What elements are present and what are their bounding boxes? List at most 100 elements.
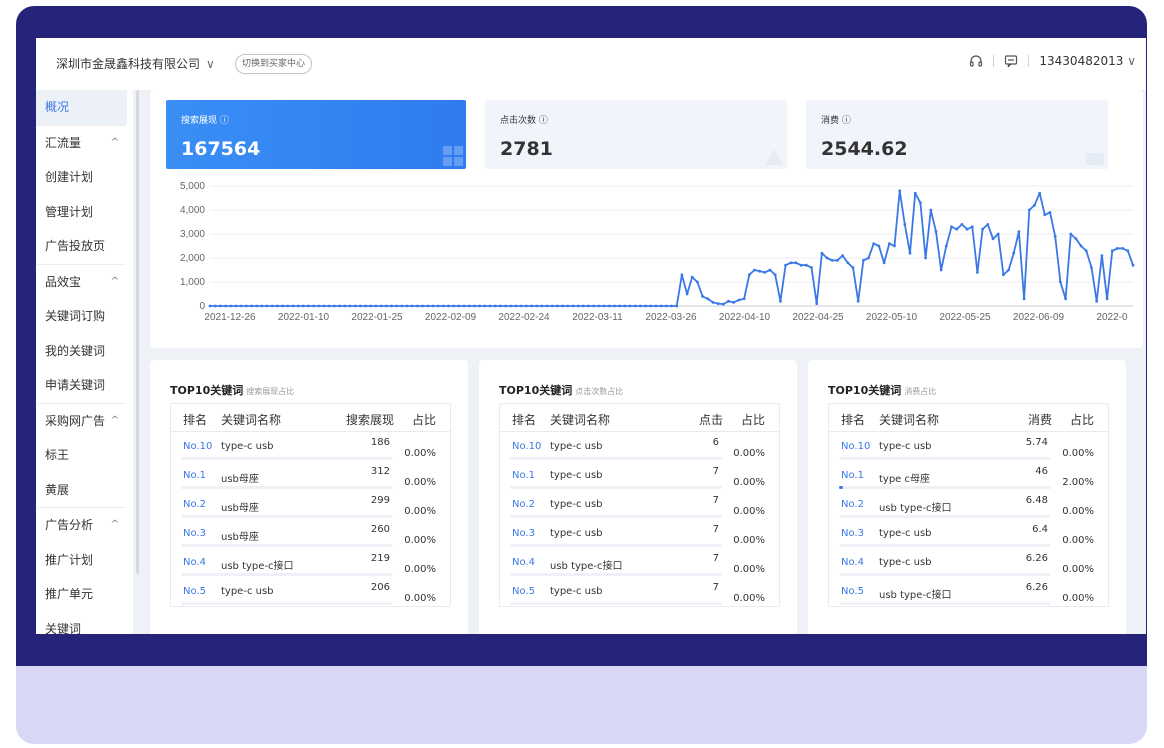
message-icon[interactable] [1004,54,1018,68]
data-point[interactable] [882,261,886,265]
data-point[interactable] [224,304,227,308]
data-point[interactable] [779,299,782,303]
data-point[interactable] [737,298,741,302]
column-header[interactable]: 占比 [1070,411,1094,428]
data-point[interactable] [1027,208,1031,212]
data-point[interactable] [996,232,1000,236]
table-row[interactable]: No.3 usb母座 260 0.00% [171,519,450,548]
table-row[interactable]: No.2 usb母座 299 0.00% [171,490,450,519]
data-point[interactable] [898,189,902,193]
table-row[interactable]: No.10 type-c usb 5.74 0.00% [829,432,1108,461]
data-point[interactable] [804,263,808,267]
data-point[interactable] [768,268,772,272]
stat-card-spend[interactable]: 消费 ⓘ 2544.62 [806,100,1108,169]
data-point[interactable] [1059,280,1062,284]
table-row[interactable]: No.1 type c母座 46 2.00% [829,461,1108,490]
data-point[interactable] [1043,213,1047,217]
data-point[interactable] [670,304,673,308]
data-point[interactable] [960,223,964,226]
table-row[interactable]: No.4 usb type-c接口 219 0.00% [171,548,450,577]
data-point[interactable] [353,304,357,308]
data-point[interactable] [374,304,378,308]
data-point[interactable] [1084,249,1088,253]
data-point[interactable] [1116,247,1119,250]
data-point[interactable] [1105,297,1109,301]
data-point[interactable] [426,304,430,308]
data-point[interactable] [255,304,259,308]
data-point[interactable] [556,304,559,308]
data-point[interactable] [1022,297,1026,301]
data-point[interactable] [753,268,756,272]
data-point[interactable] [270,304,274,308]
data-point[interactable] [219,304,222,308]
data-point[interactable] [317,304,321,308]
data-point[interactable] [467,304,471,308]
table-row[interactable]: No.10 type-c usb 186 0.00% [171,432,450,461]
column-header[interactable]: 消费 [1028,411,1052,428]
data-point[interactable] [1074,237,1078,241]
data-point[interactable] [296,304,300,308]
data-point[interactable] [483,304,487,308]
table-row[interactable]: No.5 type-c usb 206 0.00% [171,577,450,606]
sidebar-item[interactable]: 申请关键词 [36,368,133,403]
data-point[interactable] [830,259,834,262]
data-point[interactable] [535,304,539,308]
data-point[interactable] [566,304,570,308]
data-point[interactable] [618,304,621,308]
data-point[interactable] [1053,235,1057,238]
data-point[interactable] [602,304,606,308]
table-row[interactable]: No.1 type-c usb 7 0.00% [500,461,779,490]
data-point[interactable] [867,256,870,260]
data-point[interactable] [369,304,373,308]
data-point[interactable] [333,304,336,308]
data-point[interactable] [846,261,850,265]
data-point[interactable] [452,304,456,308]
data-point[interactable] [1131,263,1135,267]
data-point[interactable] [478,304,481,308]
stat-card-clicks[interactable]: 点击次数 ⓘ 2781 [485,100,787,169]
data-point[interactable] [877,244,881,248]
data-point[interactable] [229,304,233,308]
data-point[interactable] [903,223,907,226]
data-point[interactable] [276,304,279,308]
sidebar-item[interactable]: 关键词订购 [36,299,133,334]
data-point[interactable] [509,304,513,308]
data-point[interactable] [1095,299,1099,303]
company-selector[interactable]: 深圳市金晟鑫科技有限公司 ∨ [56,55,215,72]
data-point[interactable] [908,251,912,255]
data-point[interactable] [820,251,824,255]
column-header[interactable]: 占比 [741,411,765,428]
data-point[interactable] [1033,203,1036,207]
data-point[interactable] [862,259,865,262]
data-point[interactable] [301,304,305,308]
data-point[interactable] [799,263,803,267]
data-point[interactable] [856,299,860,303]
data-point[interactable] [234,304,238,308]
data-point[interactable] [1110,249,1114,253]
sidebar-item[interactable]: 标王 [36,438,133,473]
data-point[interactable] [649,304,653,308]
data-point[interactable] [327,304,331,308]
column-header[interactable]: 点击 [699,411,723,428]
data-point[interactable] [701,295,704,298]
data-point[interactable] [400,304,404,308]
data-point[interactable] [581,304,585,308]
data-point[interactable] [1002,273,1005,277]
data-point[interactable] [742,297,746,301]
data-point[interactable] [1090,266,1093,269]
sidebar-scrollbar[interactable] [136,90,139,574]
sidebar-item[interactable]: 关键词 [36,612,133,635]
data-point[interactable] [1100,254,1104,257]
data-point[interactable] [773,273,777,277]
data-point[interactable] [244,304,248,308]
account-menu[interactable]: 13430482013 ∨ [1039,54,1136,68]
data-point[interactable] [763,271,767,274]
data-point[interactable] [1126,249,1130,253]
data-point[interactable] [359,304,362,308]
data-point[interactable] [747,273,751,277]
data-point[interactable] [540,304,544,308]
data-point[interactable] [493,304,497,308]
table-row[interactable]: No.5 type-c usb 7 0.00% [500,577,779,606]
sidebar-item[interactable]: 推广计划 [36,543,133,578]
data-point[interactable] [711,301,715,304]
